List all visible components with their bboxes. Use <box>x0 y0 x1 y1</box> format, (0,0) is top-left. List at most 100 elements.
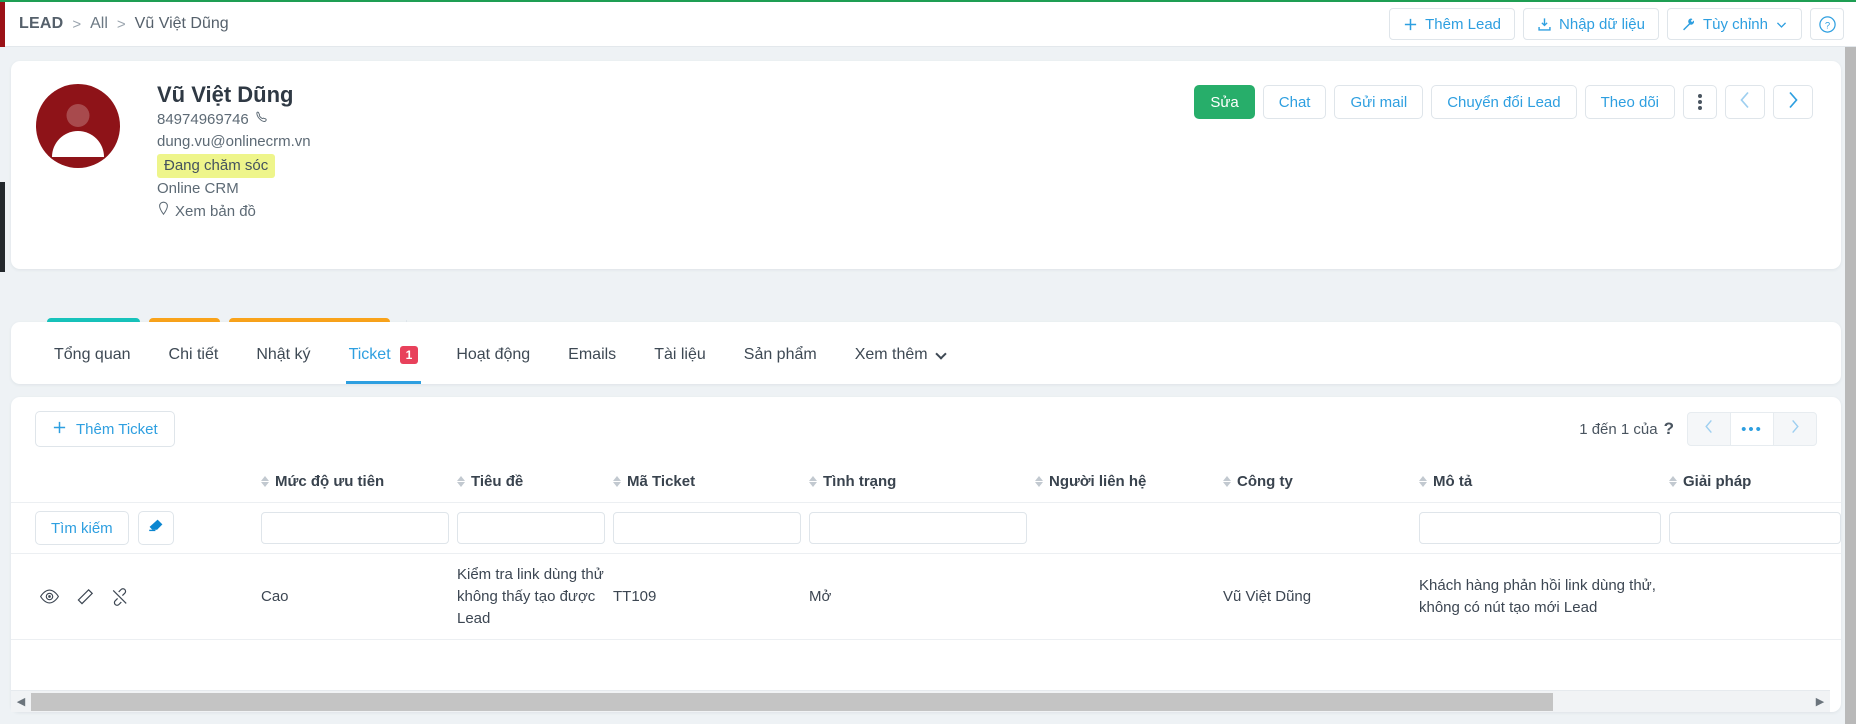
filter-cell-solution <box>1669 502 1841 554</box>
sort-icon[interactable] <box>1035 476 1043 487</box>
tab-hoat-dong[interactable]: Hoạt động <box>437 326 549 384</box>
chevron-down-icon <box>934 347 947 360</box>
add-lead-button[interactable]: Thêm Lead <box>1389 8 1516 40</box>
scrollbar-track[interactable] <box>31 691 1810 713</box>
ticket-toolbar: Thêm Ticket 1 đến 1 của ? ••• <box>11 397 1841 461</box>
filter-input-status[interactable] <box>809 512 1027 544</box>
search-button[interactable]: Tìm kiếm <box>35 511 129 545</box>
edit-button[interactable]: Sửa <box>1194 85 1255 119</box>
filter-input-solution[interactable] <box>1669 512 1841 544</box>
filter-cell-status <box>809 502 1035 554</box>
cell-priority: Cao <box>261 553 457 641</box>
column-header-contact[interactable]: Người liên hệ <box>1035 461 1223 503</box>
column-header-priority[interactable]: Mức độ ưu tiên <box>261 461 457 503</box>
customize-button[interactable]: Tùy chỉnh <box>1666 8 1802 40</box>
phone-icon[interactable] <box>255 109 269 132</box>
column-label: Mức độ ưu tiên <box>275 473 385 490</box>
prev-record-button[interactable] <box>1725 85 1765 119</box>
sort-icon[interactable] <box>457 476 465 487</box>
filter-input-priority[interactable] <box>261 512 449 544</box>
triangle-left-icon[interactable]: ◀ <box>11 695 31 708</box>
pagination-next-button[interactable] <box>1773 412 1817 446</box>
tab-ticket[interactable]: Ticket 1 <box>330 326 438 384</box>
page-scrollbar[interactable] <box>1845 47 1856 724</box>
send-mail-button[interactable]: Gửi mail <box>1334 85 1424 119</box>
clear-filters-button[interactable] <box>137 511 174 545</box>
lead-email-row: dung.vu@onlinecrm.vn <box>157 131 311 154</box>
pagination-prev-button[interactable] <box>1687 412 1731 446</box>
table-horizontal-scrollbar[interactable]: ◀ ▶ <box>11 690 1830 712</box>
table-row[interactable]: Cao Kiểm tra link dùng thử không thấy tạ… <box>11 553 1841 641</box>
column-header-status[interactable]: Tình trạng <box>809 461 1035 503</box>
tab-nhat-ky[interactable]: Nhật ký <box>237 326 329 384</box>
sort-icon[interactable] <box>1419 476 1427 487</box>
column-label: Người liên hệ <box>1049 473 1147 490</box>
column-header-actions <box>11 461 261 503</box>
convert-lead-button[interactable]: Chuyển đổi Lead <box>1431 85 1577 119</box>
cell-contact <box>1035 553 1223 641</box>
tab-chi-tiet[interactable]: Chi tiết <box>150 326 238 384</box>
column-header-desc[interactable]: Mô tả <box>1419 461 1669 503</box>
pagination-total: ? <box>1663 419 1674 438</box>
sort-icon[interactable] <box>613 476 621 487</box>
tab-bar: Tổng quan Chi tiết Nhật ký Ticket 1 Hoạt… <box>11 322 1841 384</box>
chevron-left-icon <box>1739 91 1751 114</box>
next-record-button[interactable] <box>1773 85 1813 119</box>
lead-map-row: Xem bản đồ <box>157 201 311 224</box>
view-map-label: Xem bản đồ <box>175 202 256 220</box>
add-ticket-button[interactable]: Thêm Ticket <box>35 411 175 447</box>
filter-input-title[interactable] <box>457 512 605 544</box>
tab-tai-lieu[interactable]: Tài liệu <box>635 326 725 384</box>
search-actions-cell: Tìm kiếm <box>11 502 261 554</box>
breadcrumb-current: Vũ Việt Dũng <box>134 15 229 32</box>
tab-emails[interactable]: Emails <box>549 326 635 384</box>
help-button[interactable]: ? <box>1810 8 1844 40</box>
pencil-icon[interactable] <box>76 588 94 606</box>
sort-icon[interactable] <box>1223 476 1231 487</box>
column-label: Tiêu đề <box>471 473 524 490</box>
tab-label: Nhật ký <box>256 346 311 363</box>
unlink-icon[interactable] <box>110 587 130 606</box>
filter-cell-contact <box>1035 502 1223 554</box>
ticket-table-wrapper: Mức độ ưu tiên Tiêu đề Mã Ticket Tình tr… <box>11 461 1841 641</box>
cell-code: TT109 <box>613 553 809 641</box>
breadcrumb-view[interactable]: All <box>90 15 108 33</box>
column-label: Mã Ticket <box>627 473 696 490</box>
sort-icon[interactable] <box>1669 476 1677 487</box>
top-bar-actions: Thêm Lead Nhập dữ liệu Tùy chỉnh ? <box>1389 8 1844 40</box>
follow-button[interactable]: Theo dõi <box>1584 85 1675 119</box>
top-accent-bar <box>0 0 1856 2</box>
plus-icon <box>52 420 67 439</box>
column-header-code[interactable]: Mã Ticket <box>613 461 809 503</box>
column-header-company[interactable]: Công ty <box>1223 461 1419 503</box>
tab-xem-them[interactable]: Xem thêm <box>836 326 964 384</box>
pagination-range: 1 đến 1 của ? <box>1579 419 1674 439</box>
avatar <box>36 84 120 168</box>
breadcrumb-module[interactable]: LEAD <box>19 15 63 33</box>
import-data-button[interactable]: Nhập dữ liệu <box>1523 8 1659 40</box>
eye-icon[interactable] <box>39 588 60 605</box>
column-header-solution[interactable]: Giải pháp <box>1669 461 1841 503</box>
pagination-more-button[interactable]: ••• <box>1730 412 1774 446</box>
sort-icon[interactable] <box>261 476 269 487</box>
chevron-left-icon <box>1704 419 1714 439</box>
more-actions-button[interactable] <box>1683 85 1717 119</box>
filter-input-desc[interactable] <box>1419 512 1661 544</box>
tab-san-pham[interactable]: Sản phẩm <box>725 326 836 384</box>
triangle-right-icon[interactable]: ▶ <box>1810 695 1830 708</box>
column-label: Giải pháp <box>1683 473 1752 490</box>
scrollbar-thumb[interactable] <box>31 692 1553 711</box>
filter-cell-company <box>1223 502 1419 554</box>
cell-company: Vũ Việt Dũng <box>1223 553 1419 641</box>
customize-label: Tùy chỉnh <box>1702 15 1768 33</box>
download-icon <box>1537 17 1552 32</box>
lead-email[interactable]: dung.vu@onlinecrm.vn <box>157 131 311 154</box>
pagination: 1 đến 1 của ? ••• <box>1579 412 1817 446</box>
chat-button[interactable]: Chat <box>1262 85 1327 119</box>
view-map-link[interactable]: Xem bản đồ <box>157 201 256 224</box>
filter-input-code[interactable] <box>613 512 801 544</box>
tab-tong-quan[interactable]: Tổng quan <box>35 326 150 384</box>
column-header-title[interactable]: Tiêu đề <box>457 461 613 503</box>
ticket-list-card: Thêm Ticket 1 đến 1 của ? ••• Mức độ ưu … <box>11 397 1841 712</box>
sort-icon[interactable] <box>809 476 817 487</box>
